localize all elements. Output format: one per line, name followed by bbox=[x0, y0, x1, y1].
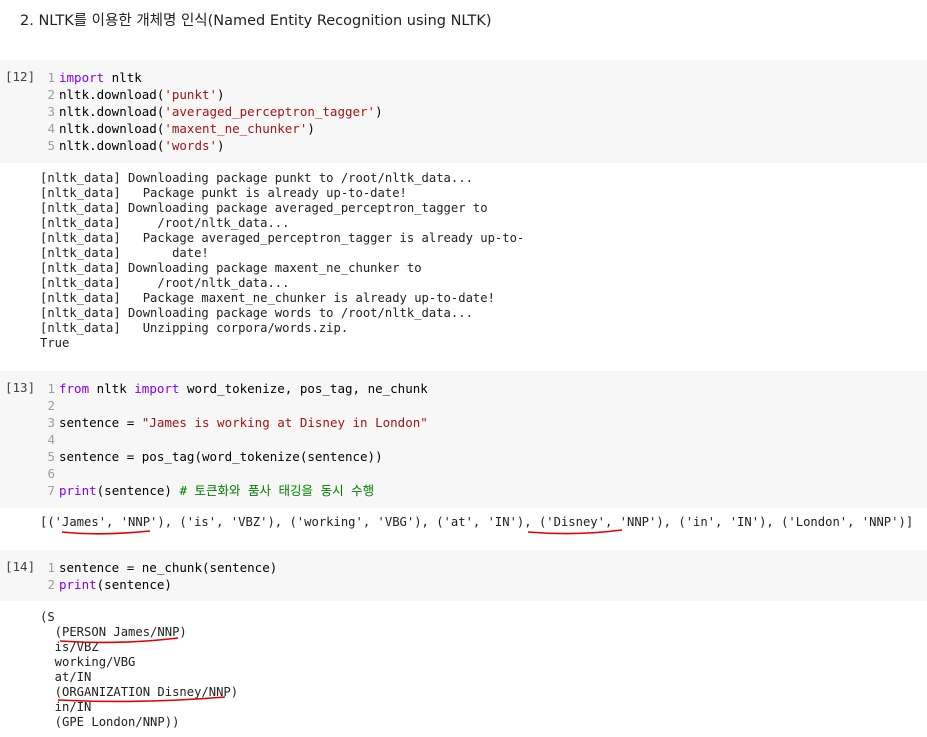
code-token: ) bbox=[217, 87, 225, 102]
code-token: 'maxent_ne_chunker' bbox=[164, 121, 308, 136]
output-line: True bbox=[40, 336, 70, 350]
code-editor[interactable]: 1 sentence = ne_chunk(sentence) 2 print(sen… bbox=[40, 559, 277, 593]
execution-count-label: [14] bbox=[5, 559, 36, 574]
code-line: 3 nltk.download('averaged_perceptron_tagg… bbox=[40, 103, 383, 120]
code-line: 6 bbox=[40, 465, 428, 482]
code-token: ) bbox=[375, 104, 383, 119]
code-token: import bbox=[59, 70, 105, 85]
execution-count-label: [13] bbox=[5, 380, 36, 395]
output-line: is/VBZ bbox=[40, 640, 99, 654]
code-line: 7 print(sentence) # 토큰화와 품사 태깅을 동시 수행 bbox=[40, 482, 428, 499]
line-number: 2 bbox=[47, 398, 55, 413]
output-line: [nltk_data] Package maxent_ne_chunker is… bbox=[40, 291, 495, 305]
line-number: 2 bbox=[47, 87, 55, 102]
code-token: nltk.download( bbox=[59, 104, 165, 119]
output-line: [nltk_data] Downloading package maxent_n… bbox=[40, 261, 422, 275]
output-line: [nltk_data] Downloading package punkt to… bbox=[40, 171, 473, 185]
line-number: 1 bbox=[47, 70, 55, 85]
code-editor[interactable]: 1 from nltk import word_tokenize, pos_tag… bbox=[40, 380, 428, 499]
code-cell-12[interactable]: [12] 1 import nltk 2 nltk.download('punkt')… bbox=[0, 60, 927, 163]
output-line: [nltk_data] date! bbox=[40, 246, 209, 260]
cell-output: [('James', 'NNP'), ('is', 'VBZ'), ('work… bbox=[40, 515, 913, 530]
line-number: 1 bbox=[47, 560, 55, 575]
code-token: nltk bbox=[89, 381, 135, 396]
line-number: 2 bbox=[47, 577, 55, 592]
code-token: nltk.download( bbox=[59, 138, 165, 153]
line-number: 3 bbox=[47, 104, 55, 119]
code-cell-14[interactable]: [14] 1 sentence = ne_chunk(sentence) 2 prin… bbox=[0, 550, 927, 601]
line-number: 5 bbox=[47, 449, 55, 464]
code-line: 1 sentence = ne_chunk(sentence) bbox=[40, 559, 277, 576]
output-line: (ORGANIZATION Disney/NNP) bbox=[40, 685, 239, 699]
code-token: sentence = bbox=[59, 415, 142, 430]
code-token: nltk.download( bbox=[59, 87, 165, 102]
code-token: print bbox=[59, 577, 97, 592]
code-token: print bbox=[59, 483, 97, 498]
code-line: 5 sentence = pos_tag(word_tokenize(senten… bbox=[40, 448, 428, 465]
output-line: [nltk_data] Package punkt is already up-… bbox=[40, 186, 407, 200]
code-token: import bbox=[134, 381, 180, 396]
output-line: [nltk_data] Unzipping corpora/words.zip. bbox=[40, 321, 349, 335]
line-number: 4 bbox=[47, 121, 55, 136]
code-token: ) bbox=[217, 138, 225, 153]
underline-james bbox=[61, 530, 151, 535]
code-token: nltk bbox=[104, 70, 142, 85]
execution-count-label: [12] bbox=[5, 69, 36, 84]
code-token: word_tokenize, pos_tag, ne_chunk bbox=[179, 381, 428, 396]
code-token: from bbox=[59, 381, 90, 396]
code-token: (sentence) bbox=[96, 577, 172, 592]
line-number: 4 bbox=[47, 432, 55, 447]
code-line: 4 bbox=[40, 431, 428, 448]
code-token: nltk.download( bbox=[59, 121, 165, 136]
output-line: in/IN bbox=[40, 700, 92, 714]
code-token: sentence = pos_tag(word_tokenize(sentenc… bbox=[59, 449, 383, 464]
code-token: "James is working at Disney in London" bbox=[141, 415, 428, 430]
code-token: 'averaged_perceptron_tagger' bbox=[164, 104, 376, 119]
code-token: sentence = ne_chunk(sentence) bbox=[59, 560, 278, 575]
code-line: 4 nltk.download('maxent_ne_chunker') bbox=[40, 120, 383, 137]
code-line: 2 bbox=[40, 397, 428, 414]
code-line: 3 sentence = "James is working at Disney … bbox=[40, 414, 428, 431]
output-line: at/IN bbox=[40, 670, 92, 684]
output-line: [nltk_data] Downloading package words to… bbox=[40, 306, 473, 320]
cell-output: (S (PERSON James/NNP) is/VBZ working/VBG… bbox=[40, 610, 238, 730]
code-line: 1 import nltk bbox=[40, 69, 383, 86]
code-token: 'words' bbox=[164, 138, 218, 153]
output-line: [nltk_data] /root/nltk_data... bbox=[40, 216, 290, 230]
code-token: ) bbox=[307, 121, 315, 136]
output-line: (PERSON James/NNP) bbox=[40, 625, 187, 639]
code-line: 1 from nltk import word_tokenize, pos_tag… bbox=[40, 380, 428, 397]
output-line: [nltk_data] Package averaged_perceptron_… bbox=[40, 231, 525, 245]
output-line: [nltk_data] Downloading package averaged… bbox=[40, 201, 488, 215]
output-line: (S bbox=[40, 610, 55, 624]
section-heading: 2. NLTK를 이용한 개체명 인식(Named Entity Recogni… bbox=[20, 13, 492, 29]
line-number: 6 bbox=[47, 466, 55, 481]
code-token: 'punkt' bbox=[164, 87, 218, 102]
code-editor[interactable]: 1 import nltk 2 nltk.download('punkt') 3 nltk… bbox=[40, 69, 383, 154]
output-line: working/VBG bbox=[40, 655, 136, 669]
code-cell-13[interactable]: [13] 1 from nltk import word_tokenize, po… bbox=[0, 371, 927, 508]
code-line: 2 print(sentence) bbox=[40, 576, 277, 593]
line-number: 5 bbox=[47, 138, 55, 153]
output-line: [nltk_data] /root/nltk_data... bbox=[40, 276, 290, 290]
cell-output: [nltk_data] Downloading package punkt to… bbox=[40, 171, 524, 351]
output-line: (GPE London/NNP)) bbox=[40, 715, 180, 729]
underline-disney bbox=[527, 529, 623, 535]
code-line: 2 nltk.download('punkt') bbox=[40, 86, 383, 103]
code-line: 5 nltk.download('words') bbox=[40, 137, 383, 154]
code-token: # 토큰화와 품사 태깅을 동시 수행 bbox=[179, 483, 375, 498]
output-line: [('James', 'NNP'), ('is', 'VBZ'), ('work… bbox=[40, 515, 914, 529]
line-number: 1 bbox=[47, 381, 55, 396]
line-number: 7 bbox=[47, 483, 55, 498]
line-number: 3 bbox=[47, 415, 55, 430]
code-token: (sentence) bbox=[96, 483, 180, 498]
